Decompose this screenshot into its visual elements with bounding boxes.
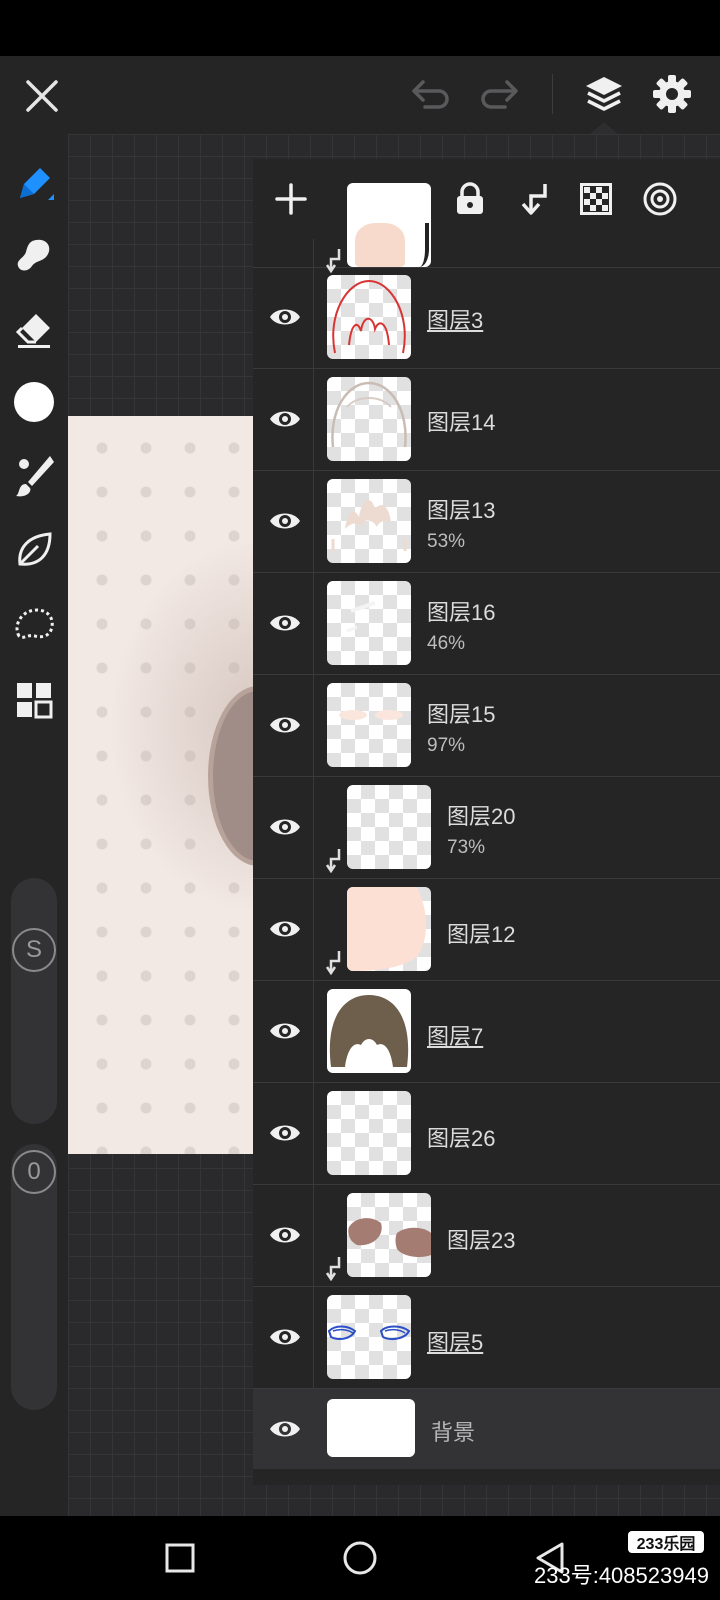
- left-toolbar: S 0: [0, 134, 68, 1516]
- background-thumbnail: [327, 1399, 415, 1457]
- add-layer-icon[interactable]: [267, 175, 315, 223]
- layer-thumbnail: [327, 377, 411, 461]
- grid-menu-icon[interactable]: [0, 668, 68, 732]
- artwork-canvas[interactable]: [68, 416, 253, 1154]
- layer-thumbnail: [347, 785, 431, 869]
- clip-arrow-icon: [325, 1257, 341, 1281]
- visibility-eye-icon[interactable]: [261, 399, 309, 439]
- close-icon[interactable]: [12, 66, 72, 126]
- layer-row[interactable]: 图层20 73%: [253, 777, 720, 879]
- smudge-tool-icon[interactable]: [0, 224, 68, 288]
- home-circle-icon[interactable]: [330, 1530, 390, 1586]
- value-label: 0: [27, 1158, 41, 1185]
- layer-thumbnail: [347, 887, 431, 971]
- toolbar-divider: [552, 74, 553, 114]
- layer-name: 图层5: [427, 1330, 484, 1355]
- layer-name: 图层14: [427, 410, 496, 435]
- clip-arrow-icon: [325, 849, 341, 873]
- layer-name: 图层20: [447, 804, 516, 829]
- undo-icon[interactable]: [406, 70, 456, 120]
- layer-name: 图层13: [427, 498, 496, 523]
- layer-row[interactable]: 图层3: [253, 267, 720, 369]
- layer-thumbnail: [327, 275, 411, 359]
- recent-apps-square-icon[interactable]: [150, 1530, 210, 1586]
- lock-icon[interactable]: [445, 175, 495, 223]
- clipping-mask-icon[interactable]: [509, 175, 559, 223]
- layer-thumbnail: [327, 989, 411, 1073]
- stabilizer-button[interactable]: S: [12, 928, 56, 972]
- panel-pointer: [590, 122, 618, 134]
- layers-panel-toolbar: [253, 159, 720, 239]
- layer-thumbnail: [327, 1091, 411, 1175]
- redo-icon[interactable]: [474, 70, 524, 120]
- visibility-eye-icon[interactable]: [261, 705, 309, 745]
- layer-opacity: 46%: [427, 633, 466, 654]
- current-color-circle: [14, 382, 54, 422]
- leaf-shape-tool-icon[interactable]: [0, 518, 68, 582]
- layer-row[interactable]: 图层5: [253, 1287, 720, 1389]
- visibility-eye-icon[interactable]: [261, 807, 309, 847]
- layer-name: 图层26: [427, 1126, 496, 1151]
- layer-thumbnail: [327, 1295, 411, 1379]
- layers-icon[interactable]: [576, 66, 632, 122]
- brush-size-slider[interactable]: [11, 878, 57, 1124]
- visibility-eye-icon[interactable]: [261, 1317, 309, 1357]
- watermark-text: 233号:408523949: [534, 1563, 709, 1588]
- visibility-eye-icon[interactable]: [261, 1409, 309, 1449]
- layer-row[interactable]: 图层26: [253, 1083, 720, 1185]
- layer-thumbnail: [327, 479, 411, 563]
- layer-name: 图层15: [427, 702, 496, 727]
- layer-thumbnail: [347, 1193, 431, 1277]
- stabilizer-label: S: [25, 936, 42, 963]
- value-indicator[interactable]: 0: [12, 1150, 56, 1194]
- layer-row[interactable]: 图层16 46%: [253, 573, 720, 675]
- layer-row-partial[interactable]: [253, 183, 720, 273]
- top-bar: [0, 56, 720, 134]
- eraser-tool-icon[interactable]: [0, 298, 68, 362]
- visibility-eye-icon[interactable]: [261, 501, 309, 541]
- blend-mode-target-icon[interactable]: [635, 175, 685, 223]
- visibility-eye-icon[interactable]: [261, 603, 309, 643]
- layer-name: 图层16: [427, 600, 496, 625]
- layer-name: 图层3: [427, 308, 484, 333]
- background-layer-name: 背景: [431, 1420, 476, 1445]
- clip-arrow-icon: [325, 951, 341, 975]
- layer-opacity: 53%: [427, 531, 466, 552]
- background-layer-row[interactable]: 背景: [253, 1389, 720, 1469]
- layer-thumbnail: [327, 581, 411, 665]
- layer-row[interactable]: 图层14: [253, 369, 720, 471]
- layer-row[interactable]: 图层7: [253, 981, 720, 1083]
- layer-row[interactable]: 图层23: [253, 1185, 720, 1287]
- visibility-eye-icon[interactable]: [261, 1215, 309, 1255]
- brush-tool-icon[interactable]: [0, 154, 68, 218]
- layer-row[interactable]: 图层15 97%: [253, 675, 720, 777]
- layer-opacity: 97%: [427, 735, 466, 756]
- layer-row[interactable]: 图层12: [253, 879, 720, 981]
- lasso-select-icon[interactable]: [0, 592, 68, 656]
- layer-thumbnail: [347, 183, 431, 267]
- settings-gear-icon[interactable]: [644, 66, 700, 122]
- layer-opacity: 73%: [447, 837, 486, 858]
- layer-thumbnail: [327, 683, 411, 767]
- visibility-eye-icon[interactable]: [261, 1113, 309, 1153]
- layer-name: 图层23: [447, 1228, 516, 1253]
- layer-name: 图层12: [447, 922, 516, 947]
- watermark-badge: 233乐园: [628, 1531, 704, 1553]
- status-bar: [0, 0, 720, 56]
- color-swatch[interactable]: [0, 370, 68, 434]
- alpha-lock-checker-icon[interactable]: [571, 175, 621, 223]
- visibility-eye-icon[interactable]: [261, 909, 309, 949]
- paint-brush-icon[interactable]: [0, 444, 68, 508]
- visibility-eye-icon[interactable]: [261, 1011, 309, 1051]
- layer-row[interactable]: 图层13 53%: [253, 471, 720, 573]
- layers-panel: 图层3 图层14 图层13 53% 图层16 46% 图层15 97% 图层20…: [253, 159, 720, 1485]
- visibility-eye-icon[interactable]: [261, 297, 309, 337]
- layer-name: 图层7: [427, 1024, 484, 1049]
